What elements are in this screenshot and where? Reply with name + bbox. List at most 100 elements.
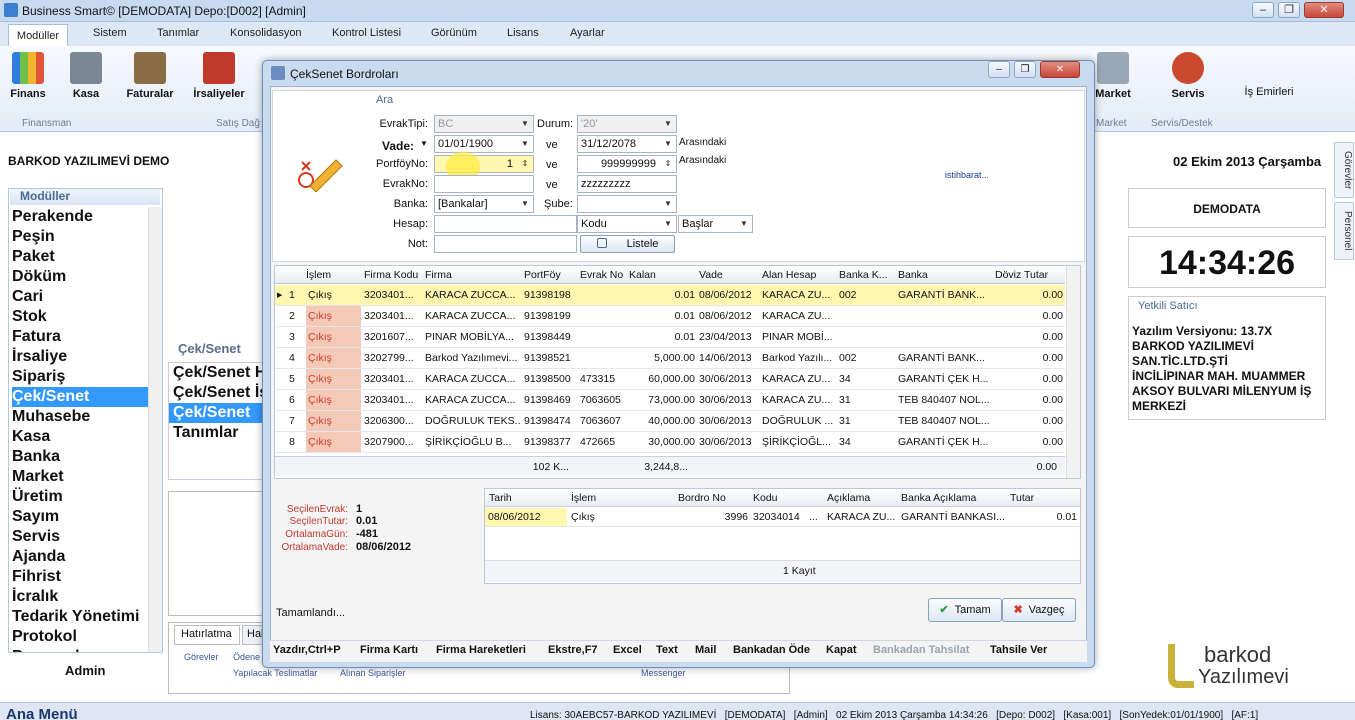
dcol-tutar[interactable]: Tutar — [1010, 492, 1034, 504]
banka-select[interactable]: [Bankalar] ▼ — [434, 195, 534, 213]
shortcut-text[interactable]: Text — [656, 644, 678, 656]
shortcut-ekstre[interactable]: Ekstre,F7 — [548, 644, 598, 656]
col-banka[interactable]: Banka — [898, 269, 928, 281]
dcol-bordro-no[interactable]: Bordro No — [678, 492, 726, 504]
main-menu-button[interactable]: Ana Menü — [6, 706, 78, 720]
vade-to-input[interactable]: 31/12/2078 ▼ — [577, 135, 677, 153]
tab-moduller[interactable]: Modüller — [8, 24, 68, 46]
hesap-input[interactable] — [434, 215, 577, 233]
servis-button[interactable]: Servis — [1160, 50, 1216, 106]
evraktipi-select[interactable]: BC ▼ — [434, 115, 534, 133]
tab-kontrol-listesi[interactable]: Kontrol Listesi — [332, 27, 401, 39]
tab-lisans[interactable]: Lisans — [507, 27, 539, 39]
subtab-alinan-siparisler[interactable]: Alınan Siparişler — [340, 668, 406, 678]
tamam-button[interactable]: ✔ Tamam — [928, 598, 1002, 622]
module-item[interactable]: Sayım — [12, 507, 148, 527]
cek-senet-item[interactable]: Çek/Senet — [169, 403, 267, 423]
chevron-down-icon[interactable]: ▼ — [420, 139, 428, 148]
hesap-kodu-select[interactable]: Kodu ▼ — [577, 215, 677, 233]
tab-hatirlatma[interactable]: Hatırlatma — [174, 625, 240, 645]
col-kalan[interactable]: Kalan — [629, 269, 656, 281]
col-alan-hesap[interactable]: Alan Hesap — [762, 269, 816, 281]
tab-sistem[interactable]: Sistem — [93, 27, 127, 39]
listele-button[interactable]: Listele — [580, 235, 675, 253]
module-item[interactable]: Fihrist — [12, 567, 148, 587]
col-evrak-no[interactable]: Evrak No — [580, 269, 623, 281]
istihbarat-link[interactable]: istihbarat... — [945, 170, 989, 180]
subtab-gorevler[interactable]: Görevler — [184, 652, 219, 662]
irsaliyeler-button[interactable]: İrsaliyeler — [186, 50, 252, 106]
tab-konsolidasyon[interactable]: Konsolidasyon — [230, 27, 302, 39]
subtab-odeme[interactable]: Ödene — [233, 652, 260, 662]
col-vade[interactable]: Vade — [699, 269, 723, 281]
module-item[interactable]: Üretim — [12, 487, 148, 507]
dialog-restore-button[interactable]: ❐ — [1014, 61, 1036, 78]
vtab-gorevler[interactable]: Görevler — [1334, 142, 1354, 198]
modules-scrollbar[interactable] — [148, 207, 162, 652]
shortcut-kapat[interactable]: Kapat — [826, 644, 857, 656]
restore-button[interactable]: ❐ — [1278, 2, 1300, 18]
module-item[interactable]: Market — [12, 467, 148, 487]
grid-row[interactable]: 7 Çıkış 3206300... DOĞRULUK TEKS... 91398474… — [275, 411, 1065, 432]
evrakno-from-input[interactable] — [434, 175, 534, 193]
module-item[interactable]: Sipariş — [12, 367, 148, 387]
evrakno-to-input[interactable]: zzzzzzzzz — [577, 175, 677, 193]
col-portfoy[interactable]: PortFöy — [524, 269, 561, 281]
is-emirleri-button[interactable]: İş Emirleri — [1238, 86, 1300, 142]
shortcut-tahsile-ver[interactable]: Tahsile Ver — [990, 644, 1047, 656]
grid-row[interactable]: 3 Çıkış 3201607... PINAR MOBİLYA... 91398449… — [275, 327, 1065, 348]
subtab-messenger[interactable]: Messenger — [641, 668, 686, 678]
module-item[interactable]: Protokol — [12, 627, 148, 647]
module-item[interactable]: Stok — [12, 307, 148, 327]
grid-row[interactable]: 8 Çıkış 3207900... ŞİRİKÇİOĞLU B... 91398377… — [275, 432, 1065, 453]
detail-row[interactable]: 08/06/2012 Çıkış 3996 32034014 ... KARAC… — [485, 507, 1080, 527]
col-firma[interactable]: Firma — [425, 269, 452, 281]
module-item[interactable]: Cari — [12, 287, 148, 307]
module-item[interactable]: Servis — [12, 527, 148, 547]
subtab-yapilacak-teslimatlar[interactable]: Yapılacak Teslimatlar — [233, 668, 317, 678]
grid-row[interactable]: 6 Çıkış 3203401... KARACA ZUCCA... 91398469 7… — [275, 390, 1065, 411]
shortcut-mail[interactable]: Mail — [695, 644, 716, 656]
minimize-button[interactable]: – — [1252, 2, 1274, 18]
cek-senet-item[interactable]: Çek/Senet H — [169, 363, 267, 383]
kasa-button[interactable]: Kasa — [58, 50, 114, 106]
grid-row[interactable]: 2 Çıkış 3203401... KARACA ZUCCA... 91398199 0… — [275, 306, 1065, 327]
module-item[interactable]: Çek/Senet — [12, 387, 148, 407]
module-item[interactable]: Fatura — [12, 327, 148, 347]
module-item[interactable]: Paket — [12, 247, 148, 267]
grid-row[interactable]: 4 Çıkış 3202799... Barkod Yazılımevi... 9139… — [275, 348, 1065, 369]
finans-button[interactable]: Finans — [0, 50, 56, 106]
shortcut-firma-hareketleri[interactable]: Firma Hareketleri — [436, 644, 526, 656]
not-input[interactable] — [434, 235, 577, 253]
cek-senet-item[interactable]: Tanımlar — [169, 423, 267, 443]
grid-scrollbar[interactable] — [1066, 266, 1080, 478]
module-item[interactable]: Peşin — [12, 227, 148, 247]
module-item[interactable]: Kasa — [12, 427, 148, 447]
faturalar-button[interactable]: Faturalar — [122, 50, 178, 106]
dcol-kodu[interactable]: Kodu — [753, 492, 778, 504]
col-doviz-tutar[interactable]: Döviz Tutar — [995, 269, 1048, 281]
dialog-minimize-button[interactable]: – — [988, 61, 1010, 78]
vazgec-button[interactable]: ✖ Vazgeç — [1002, 598, 1076, 622]
module-item[interactable]: İrsaliye — [12, 347, 148, 367]
module-item[interactable]: Perakende — [12, 207, 148, 227]
vtab-personel[interactable]: Personel — [1334, 202, 1354, 260]
grid-row[interactable]: ▶ 1 Çıkış 3203401... KARACA ZUCCA... 91398198… — [275, 285, 1065, 306]
module-item[interactable]: Muhasebe — [12, 407, 148, 427]
close-button[interactable]: ✕ — [1304, 2, 1344, 18]
module-item[interactable]: Ajanda — [12, 547, 148, 567]
tab-ayarlar[interactable]: Ayarlar — [570, 27, 605, 39]
tab-gorunum[interactable]: Görünüm — [431, 27, 477, 39]
cek-senet-item[interactable]: Çek/Senet İş — [169, 383, 267, 403]
module-item[interactable]: Tedarik Yönetimi — [12, 607, 148, 627]
dcol-tarih[interactable]: Tarih — [489, 492, 512, 504]
tab-tanimlar[interactable]: Tanımlar — [157, 27, 199, 39]
sube-select[interactable]: ▼ — [577, 195, 677, 213]
grid-row[interactable]: 5 Çıkış 3203401... KARACA ZUCCA... 91398500 4… — [275, 369, 1065, 390]
dcol-aciklama[interactable]: Açıklama — [827, 492, 870, 504]
shortcut-firma-karti[interactable]: Firma Kartı — [360, 644, 418, 656]
module-item[interactable]: İcralık — [12, 587, 148, 607]
hesap-baslar-select[interactable]: Başlar ▼ — [678, 215, 753, 233]
module-item[interactable]: Banka — [12, 447, 148, 467]
module-item[interactable]: Personel — [12, 647, 148, 652]
